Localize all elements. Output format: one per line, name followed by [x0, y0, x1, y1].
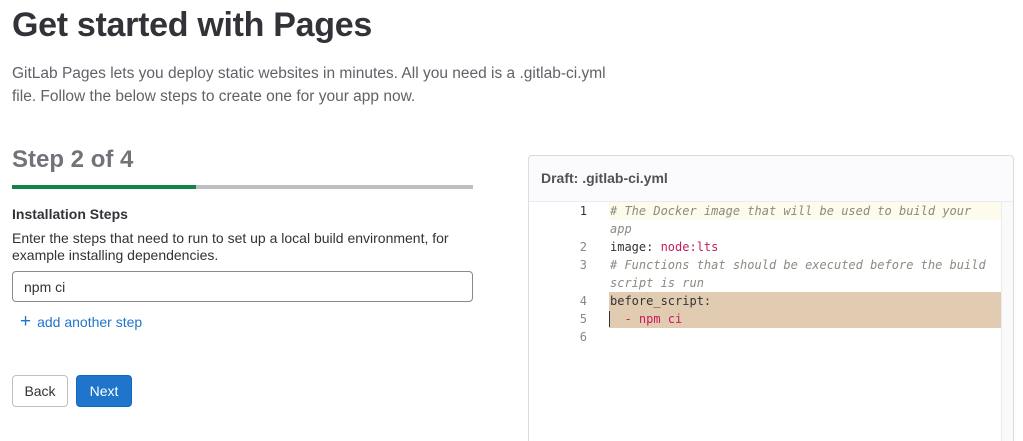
yaml-value: node:lts	[660, 240, 719, 254]
code-editor[interactable]: 1 2 3 4 5 6 # The Docker image that will…	[529, 201, 1013, 441]
code-line: image: node:lts	[609, 238, 1013, 256]
code-line-highlighted: - npm ci	[609, 310, 1013, 328]
code-line: # Functions that should be executed befo…	[610, 258, 986, 272]
draft-title: Draft: .gitlab-ci.yml	[541, 170, 668, 186]
next-button[interactable]: Next	[76, 375, 132, 407]
draft-panel: Draft: .gitlab-ci.yml 1 2 3 4 5 6 # The …	[528, 155, 1014, 441]
text-cursor	[609, 311, 610, 327]
step-title: Step 2 of 4	[12, 146, 134, 173]
line-number: 4	[579, 294, 587, 308]
field-label: Installation Steps	[12, 206, 128, 222]
line-number: 6	[579, 330, 587, 344]
code-line: app	[610, 222, 632, 236]
field-description: Enter the steps that need to run to set …	[12, 230, 449, 263]
yaml-value: npm ci	[638, 312, 683, 326]
installation-step-input[interactable]	[12, 271, 473, 302]
line-number: 5	[579, 312, 587, 326]
step-progress-bar	[12, 185, 473, 189]
code-line: # The Docker image that will be used to …	[609, 202, 1013, 220]
step-progress-fill	[12, 185, 197, 189]
page-intro: GitLab Pages lets you deploy static webs…	[12, 65, 606, 105]
plus-icon: +	[20, 311, 32, 332]
line-number: 3	[579, 258, 587, 272]
code-line: script is run	[610, 276, 704, 290]
yaml-dash: -	[610, 312, 639, 326]
page-title: Get started with Pages	[12, 6, 372, 44]
editor-scrollbar[interactable]	[1001, 202, 1013, 441]
add-step-label: add another step	[37, 314, 143, 330]
back-button[interactable]: Back	[12, 375, 68, 407]
add-another-step-button[interactable]: + add another step	[20, 311, 143, 332]
code-line-highlighted: before_script:	[609, 292, 1013, 310]
line-number: 2	[579, 240, 587, 254]
line-number: 1	[579, 204, 587, 218]
yaml-key: image:	[610, 240, 661, 254]
